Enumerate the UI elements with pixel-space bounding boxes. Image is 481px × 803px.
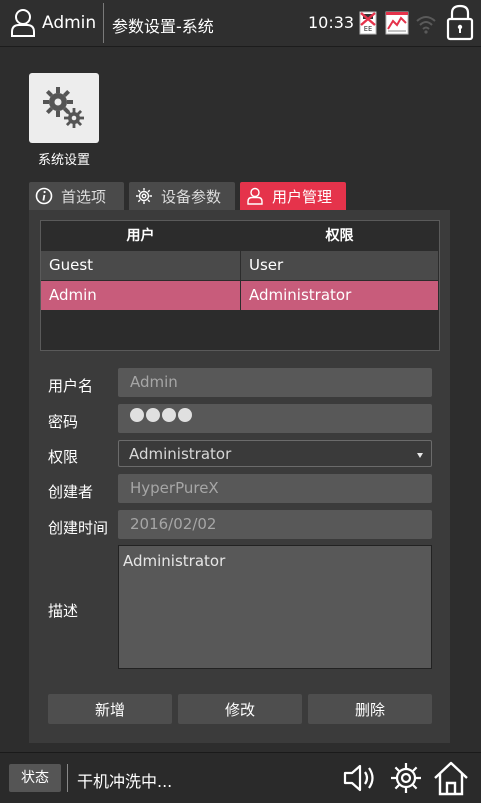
created-time-field[interactable]: 2016/02/02 — [118, 510, 432, 539]
password-mask — [130, 403, 194, 432]
clock: 10:33 — [308, 13, 355, 32]
column-header-user: 用户 — [126, 228, 155, 244]
chevron-down-icon — [417, 453, 423, 458]
chart-status-icon[interactable] — [385, 11, 409, 35]
user-info[interactable]: Admin — [10, 8, 96, 38]
system-settings-label: 系统设置 — [37, 153, 90, 168]
password-label: 密码 — [48, 413, 79, 431]
settings-gear-icon[interactable] — [389, 761, 423, 795]
speaker-icon[interactable] — [343, 762, 379, 794]
description-textarea[interactable]: Administrator — [118, 545, 432, 669]
description-label: 描述 — [48, 602, 79, 620]
gear-icon — [136, 188, 152, 204]
delete-button[interactable]: 删除 — [308, 694, 432, 724]
svg-text:EE: EE — [364, 25, 372, 33]
user-icon — [11, 9, 35, 37]
username: Admin — [42, 13, 97, 33]
username-label: 用户名 — [48, 377, 94, 395]
table-cell-user: Admin — [41, 281, 240, 310]
role-select-value: Administrator — [129, 445, 232, 463]
created-time-label: 创建时间 — [48, 519, 109, 537]
creator-field[interactable]: HyperPureX — [118, 474, 432, 503]
tab-user-management[interactable]: 用户管理 — [240, 182, 346, 210]
add-button[interactable]: 新增 — [48, 694, 172, 724]
table-cell-role: Administrator — [241, 281, 438, 310]
table-row-selected[interactable]: Admin Administrator — [41, 281, 439, 310]
edit-button[interactable]: 修改 — [178, 694, 302, 724]
tab-preferences[interactable]: 首选项 — [29, 182, 124, 210]
info-icon — [35, 187, 53, 205]
top-bar: Admin 参数设置-系统 10:33 EE — [0, 0, 481, 47]
wifi-icon — [416, 16, 436, 34]
table-cell-role: User — [241, 251, 438, 280]
tab-preferences-label: 首选项 — [61, 187, 107, 206]
status-message: 干机冲洗中... — [77, 772, 173, 791]
table-row[interactable]: Guest User — [41, 251, 439, 280]
usb-disconnected-icon: EE — [359, 11, 377, 35]
system-settings-tile[interactable] — [29, 73, 99, 143]
column-header-role: 权限 — [325, 228, 354, 244]
user-icon — [247, 187, 263, 205]
username-field[interactable]: Admin — [118, 368, 432, 397]
settings-gears-icon — [43, 87, 84, 128]
tab-device-params-label: 设备参数 — [161, 187, 222, 206]
home-icon[interactable] — [432, 759, 470, 797]
header-divider — [103, 3, 104, 43]
status-bar: 状态 干机冲洗中... — [0, 752, 481, 803]
tab-user-management-label: 用户管理 — [272, 187, 333, 206]
role-select[interactable]: Administrator — [118, 440, 432, 467]
page-title: 参数设置-系统 — [112, 17, 214, 36]
status-badge[interactable]: 状态 — [9, 764, 61, 792]
user-table: 用户 权限 Guest User Admin Administrator — [40, 220, 440, 351]
role-label: 权限 — [48, 448, 79, 466]
creator-label: 创建者 — [48, 483, 94, 501]
table-cell-user: Guest — [41, 251, 240, 280]
lock-icon[interactable] — [445, 3, 475, 41]
tab-device-params[interactable]: 设备参数 — [129, 182, 235, 210]
password-field[interactable] — [118, 404, 432, 433]
status-divider — [67, 764, 68, 792]
